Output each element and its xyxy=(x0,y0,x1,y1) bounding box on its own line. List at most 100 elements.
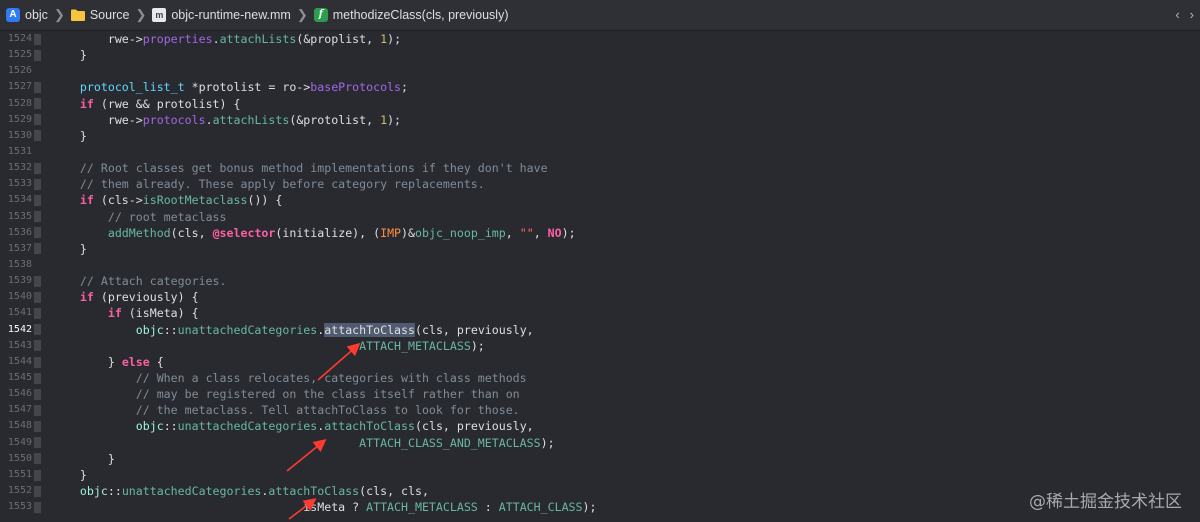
chevron-right-icon[interactable]: › xyxy=(1190,7,1194,22)
code-line[interactable]: 1541 if (isMeta) { xyxy=(0,305,1200,321)
code-line[interactable]: 1544 } else { xyxy=(0,354,1200,370)
code-text: if (previously) { xyxy=(52,289,199,305)
code-token: if xyxy=(107,306,122,321)
code-line[interactable]: 1528 if (rwe && protolist) { xyxy=(0,96,1200,112)
line-number: 1545 xyxy=(7,371,32,383)
code-line[interactable]: 1525 } xyxy=(0,47,1200,63)
code-token: } xyxy=(52,354,122,369)
code-token: unattachedCategories xyxy=(121,483,262,498)
code-token: ); xyxy=(470,338,485,353)
code-text: // Attach categories. xyxy=(52,273,227,289)
line-number: 1533 xyxy=(7,178,32,190)
code-line[interactable]: 1550 } xyxy=(0,451,1200,467)
code-line[interactable]: 1530 } xyxy=(0,128,1200,144)
code-token: . xyxy=(212,32,220,46)
line-number: 1541 xyxy=(7,307,32,319)
code-token: :: xyxy=(163,419,178,434)
code-line[interactable]: 1540 if (previously) { xyxy=(0,289,1200,305)
code-text: } xyxy=(52,451,115,467)
code-line[interactable]: 1551 } xyxy=(0,467,1200,483)
code-text: if (isMeta) { xyxy=(52,305,199,321)
code-line[interactable]: 1549 ATTACH_CLASS_AND_METACLASS); xyxy=(0,435,1200,451)
code-token: (initialize), ( xyxy=(275,225,381,240)
code-text: } xyxy=(52,128,87,144)
code-line[interactable]: 1527 protocol_list_t *protolist = ro->ba… xyxy=(0,79,1200,95)
chevron-right-icon: ❯ xyxy=(53,7,65,22)
code-token: addMethod xyxy=(107,225,171,240)
code-token: (cls-> xyxy=(93,193,143,208)
code-token: else xyxy=(121,354,150,369)
code-line[interactable]: 1524 rwe->properties.attachLists(&propli… xyxy=(0,31,1200,47)
code-editor[interactable]: 1524 rwe->properties.attachLists(&propli… xyxy=(0,31,1200,515)
breadcrumb-project[interactable]: A objc xyxy=(6,8,48,22)
code-token: ATTACH_METACLASS xyxy=(366,500,478,515)
code-token: : xyxy=(477,500,499,515)
line-number: 1527 xyxy=(7,81,32,93)
code-line[interactable]: 1548 objc::unattachedCategories.attachTo… xyxy=(0,418,1200,434)
code-line[interactable]: 1542 objc::unattachedCategories.attachTo… xyxy=(0,322,1200,338)
code-line[interactable]: 1552 objc::unattachedCategories.attachTo… xyxy=(0,483,1200,499)
code-text: } xyxy=(52,241,87,257)
code-text: } xyxy=(52,47,87,63)
breadcrumb-project-label: objc xyxy=(25,8,48,22)
code-line[interactable]: 1546 // may be registered on the class i… xyxy=(0,386,1200,402)
breadcrumb-function[interactable]: f methodizeClass(cls, previously) xyxy=(313,8,509,22)
code-line[interactable]: 1545 // When a class relocates, categori… xyxy=(0,370,1200,386)
code-token: , xyxy=(505,225,520,240)
code-line[interactable]: 1531 xyxy=(0,144,1200,160)
line-number: 1553 xyxy=(7,501,32,513)
chevron-left-icon[interactable]: ‹ xyxy=(1175,7,1179,22)
code-line[interactable]: 1529 rwe->protocols.attachLists(&protoli… xyxy=(0,112,1200,128)
code-line[interactable]: 1535 // root metaclass xyxy=(0,209,1200,225)
code-text: objc::unattachedCategories.attachToClass… xyxy=(52,322,534,338)
code-token: ()) { xyxy=(247,193,283,208)
line-number: 1547 xyxy=(7,404,32,416)
code-line[interactable]: 1534 if (cls->isRootMetaclass()) { xyxy=(0,192,1200,208)
breadcrumb-file[interactable]: m objc-runtime-new.mm xyxy=(152,8,291,22)
code-text: // the metaclass. Tell attachToClass to … xyxy=(52,402,520,418)
breadcrumb-function-label: methodizeClass(cls, previously) xyxy=(332,8,509,22)
code-line[interactable]: 1539 // Attach categories. xyxy=(0,273,1200,289)
code-line[interactable]: 1538 xyxy=(0,257,1200,273)
code-token: isRootMetaclass xyxy=(142,193,248,208)
line-number: 1549 xyxy=(7,436,32,448)
code-text: ATTACH_METACLASS); xyxy=(52,338,485,354)
navigation-arrows: ‹ › xyxy=(1175,7,1194,22)
code-line[interactable]: 1543 ATTACH_METACLASS); xyxy=(0,338,1200,354)
code-text: // them already. These apply before cate… xyxy=(52,176,485,192)
code-text: rwe->properties.attachLists(&proplist, 1… xyxy=(52,31,401,47)
code-token: attachLists xyxy=(212,112,290,127)
line-number: 1536 xyxy=(7,226,32,238)
code-line[interactable]: 1532 // Root classes get bonus method im… xyxy=(0,160,1200,176)
code-token: ); xyxy=(561,225,576,240)
line-number: 1524 xyxy=(7,33,32,44)
code-token: NO xyxy=(547,225,562,240)
code-token: baseProtocols xyxy=(310,80,402,95)
line-number: 1534 xyxy=(7,194,32,206)
code-token: protocol_list_t xyxy=(79,80,185,95)
line-number: 1532 xyxy=(7,162,32,174)
code-line[interactable]: 1533 // them already. These apply before… xyxy=(0,176,1200,192)
chevron-right-icon: ❯ xyxy=(135,7,147,22)
code-token: ATTACH_CLASS xyxy=(498,500,583,515)
code-token: (&proplist, xyxy=(296,32,381,46)
line-number: 1535 xyxy=(7,210,32,222)
code-token: if xyxy=(79,193,94,208)
code-line[interactable]: 1547 // the metaclass. Tell attachToClas… xyxy=(0,402,1200,418)
code-line[interactable]: 1537 } xyxy=(0,241,1200,257)
code-text: // root metaclass xyxy=(52,209,227,225)
code-line[interactable]: 1553 isMeta ? ATTACH_METACLASS : ATTACH_… xyxy=(0,499,1200,515)
code-line[interactable]: 1526 xyxy=(0,63,1200,79)
line-number: 1546 xyxy=(7,388,32,400)
function-icon: f xyxy=(313,8,328,22)
code-token: properties xyxy=(142,32,213,46)
code-line[interactable]: 1536 addMethod(cls, @selector(initialize… xyxy=(0,225,1200,241)
line-number: 1538 xyxy=(7,258,32,270)
code-token: ); xyxy=(387,112,402,127)
breadcrumb-folder[interactable]: Source xyxy=(70,8,129,22)
